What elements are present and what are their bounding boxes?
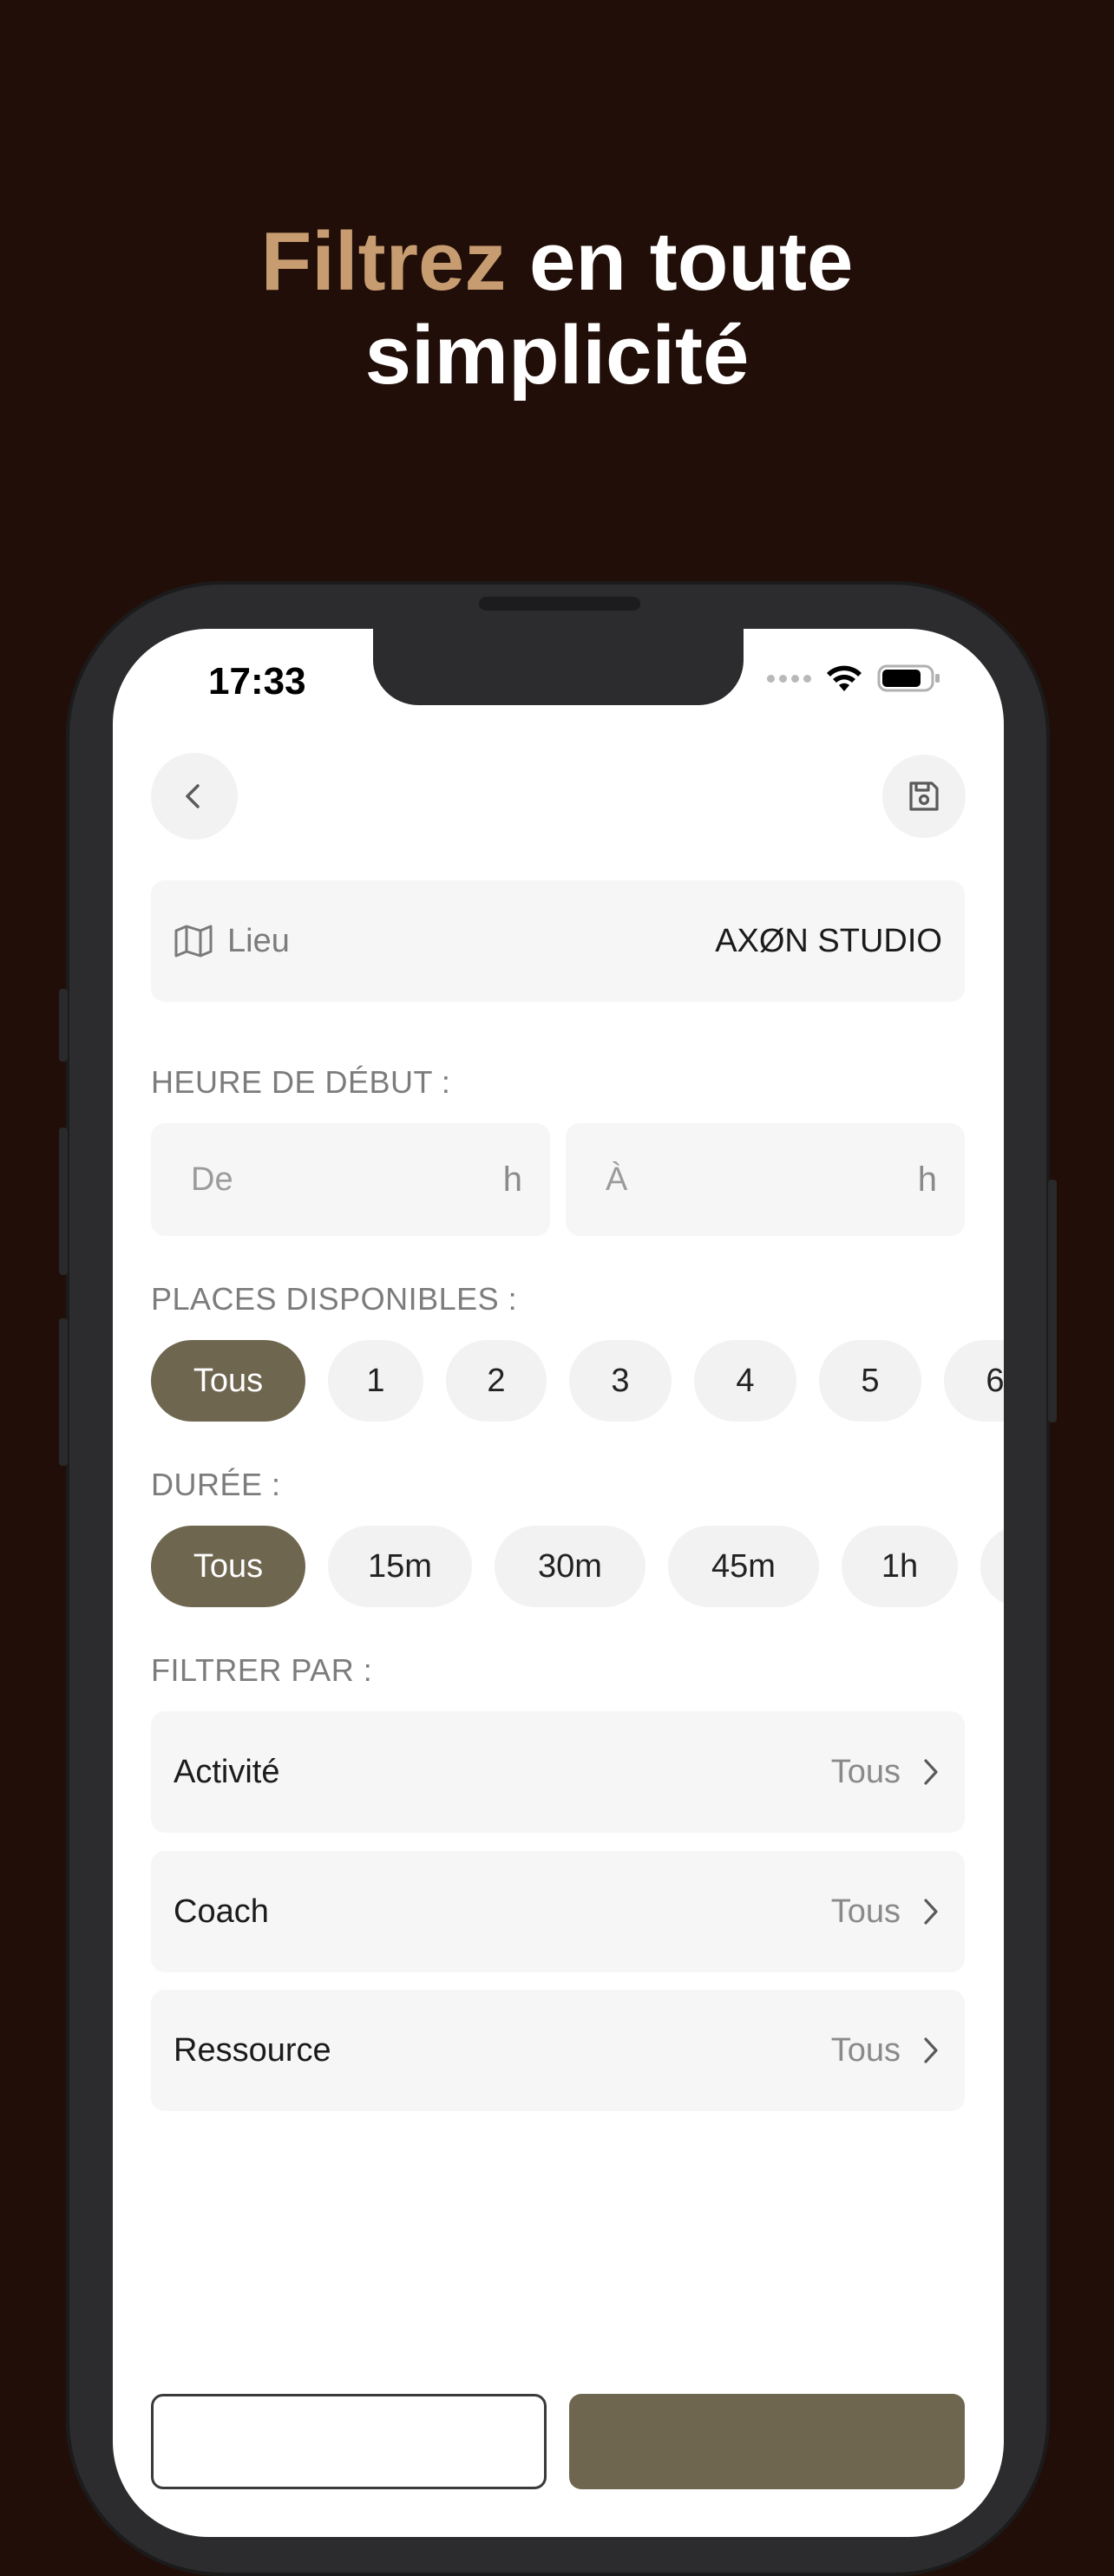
filter-row-value: Tous <box>830 2031 901 2069</box>
filter-row-activite[interactable]: Activité Tous <box>151 1711 965 1833</box>
heure-to-input[interactable]: À h <box>566 1123 965 1236</box>
places-chip-5[interactable]: 5 <box>819 1340 921 1422</box>
filter-row-coach[interactable]: Coach Tous <box>151 1851 965 1972</box>
apply-button[interactable] <box>569 2394 965 2489</box>
heure-to-placeholder: À <box>606 1161 628 1198</box>
duree-chip-more[interactable] <box>980 1526 1004 1607</box>
phone-screen: 17:33 Lieu AXØN STUDIO HEURE DE DÉBUT: … <box>113 629 1004 2537</box>
places-chip-6[interactable]: 6 <box>944 1340 1004 1422</box>
heure-to-unit: h <box>917 1160 937 1199</box>
notch <box>373 629 744 705</box>
reset-button[interactable] <box>151 2394 547 2489</box>
side-button-silent <box>59 989 68 1062</box>
duree-chip-tous[interactable]: Tous <box>151 1526 305 1607</box>
places-chip-2[interactable]: 2 <box>446 1340 547 1422</box>
filter-row-value: Tous <box>830 1753 901 1790</box>
side-button-volume-down <box>59 1318 68 1466</box>
places-chip-3[interactable]: 3 <box>569 1340 672 1422</box>
filter-row-value: Tous <box>830 1893 901 1930</box>
filter-row-ressource[interactable]: Ressource Tous <box>151 1990 965 2111</box>
duree-label: DURÉE : <box>151 1467 281 1502</box>
duree-chip-15m[interactable]: 15m <box>328 1526 472 1607</box>
headline-accent: Filtrez <box>260 215 507 308</box>
places-chip-4[interactable]: 4 <box>694 1340 796 1422</box>
places-chip-row: Tous 1 2 3 4 5 6 <box>151 1340 1004 1422</box>
side-button-volume-up <box>59 1128 68 1275</box>
map-icon <box>174 925 213 958</box>
filter-row-label: Ressource <box>174 2031 331 2069</box>
chevron-right-icon <box>924 2037 938 2063</box>
filter-row-label: Activité <box>174 1753 280 1790</box>
save-button[interactable] <box>882 755 966 838</box>
lieu-field[interactable]: Lieu AXØN STUDIO <box>151 880 965 1002</box>
duree-chip-45m[interactable]: 45m <box>668 1526 819 1607</box>
filtrer-label: FILTRER PAR : <box>151 1652 373 1688</box>
filter-row-label: Coach <box>174 1893 269 1930</box>
battery-icon <box>877 664 940 692</box>
places-label: PLACES DISPONIBLES : <box>151 1281 518 1317</box>
headline-rest: en toute <box>506 215 854 308</box>
places-chip-1[interactable]: 1 <box>328 1340 423 1422</box>
floppy-disk-icon <box>909 781 939 811</box>
speaker-grille <box>479 597 640 611</box>
headline-line-2: simplicité <box>364 309 750 402</box>
heure-from-placeholder: De <box>191 1161 233 1198</box>
duree-chip-1h[interactable]: 1h <box>842 1526 958 1607</box>
duree-chip-row: Tous 15m 30m 45m 1h <box>151 1526 1004 1607</box>
duree-chip-30m[interactable]: 30m <box>495 1526 645 1607</box>
headline-line-1: Filtrez en toute <box>0 215 1114 309</box>
wifi-icon <box>827 665 862 691</box>
heure-from-unit: h <box>502 1160 522 1199</box>
heure-from-input[interactable]: De h <box>151 1123 550 1236</box>
chevron-right-icon <box>924 1899 938 1925</box>
chevron-left-icon <box>186 784 200 808</box>
side-button-power <box>1048 1180 1057 1422</box>
heure-label: HEURE DE DÉBUT : <box>151 1064 451 1100</box>
back-button[interactable] <box>151 753 238 840</box>
lieu-value: AXØN STUDIO <box>715 922 942 959</box>
status-icons <box>767 664 941 693</box>
headline: Filtrez en toute simplicité <box>0 215 1114 402</box>
places-chip-tous[interactable]: Tous <box>151 1340 305 1422</box>
chevron-right-icon <box>924 1759 938 1785</box>
status-time: 17:33 <box>208 660 306 703</box>
lieu-label: Lieu <box>227 922 290 959</box>
signal-icon <box>767 674 811 683</box>
